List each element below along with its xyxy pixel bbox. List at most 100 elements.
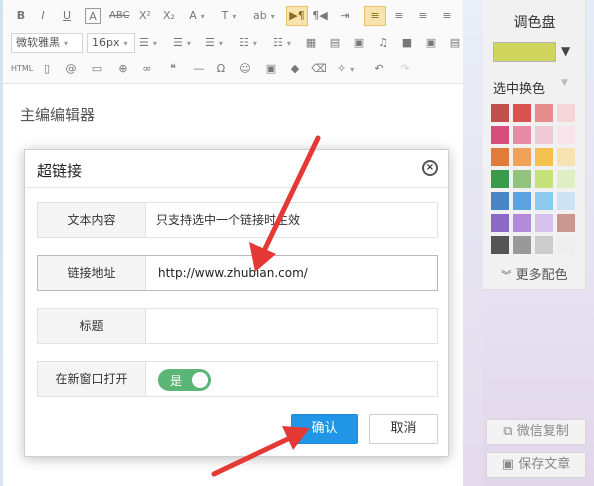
color-swatch[interactable] [535,126,553,144]
superscript-icon[interactable]: X² [137,6,153,26]
more-colors-label: 更多配色 [515,268,568,283]
font-size-select[interactable]: 16px ▾ [87,33,135,53]
color-swatch[interactable] [557,148,575,166]
insert-column-icon[interactable]: ▤ [327,33,343,53]
eraser-icon[interactable]: ◆ [287,59,303,79]
new-window-label: 在新窗口打开 [38,362,146,396]
color-swatch[interactable] [491,214,509,232]
format-brush-icon[interactable]: ab ▾ [253,6,275,26]
color-swatch[interactable] [491,170,509,188]
scroll-gutter [463,0,483,486]
color-swatch[interactable] [535,214,553,232]
subscript-icon[interactable]: X₂ [161,6,177,26]
color-swatch[interactable] [513,170,531,188]
underline-icon[interactable]: U [59,6,75,26]
color-swatch[interactable] [513,236,531,254]
save-article-button[interactable]: ▣ 保存文章 [486,452,586,478]
new-window-toggle[interactable]: 是 [158,369,211,391]
close-icon[interactable]: × [422,160,438,176]
align-center-icon[interactable]: ≡ [391,6,407,26]
color-swatch[interactable] [557,170,575,188]
cancel-button[interactable]: 取消 [369,414,438,444]
title-label: 标题 [38,309,146,343]
table-icon[interactable]: ▦ [303,33,319,53]
align-right-icon[interactable]: ≡ [415,6,431,26]
align-left-icon[interactable]: ≡ [364,6,386,26]
row-spacing-icon[interactable]: ☰ ▾ [139,33,157,53]
horizontal-rule-icon[interactable]: ▭ [89,59,105,79]
video-icon[interactable]: ■ [399,33,415,53]
bold-icon[interactable]: B [13,6,29,26]
document-icon[interactable]: ▯ [39,59,55,79]
redo-icon[interactable]: ↷ [397,59,413,79]
quote-icon[interactable]: ❝ [165,59,181,79]
color-swatch[interactable] [557,192,575,210]
italic-icon[interactable]: I [35,6,51,26]
toggle-on-label: 是 [170,374,183,388]
undo-icon[interactable]: ↶ [371,59,387,79]
color-swatch[interactable] [513,148,531,166]
attachment-icon[interactable]: ▤ [447,33,463,53]
align-justify-icon[interactable]: ≡ [439,6,455,26]
search-icon[interactable]: ⊕ [115,59,131,79]
image-icon[interactable]: ▣ [351,33,367,53]
line-height-icon[interactable]: ☰ ▾ [173,33,191,53]
link-icon[interactable]: ∞ [139,59,155,79]
color-swatch[interactable] [557,104,575,122]
indent-icon[interactable]: ⇥ [337,6,353,26]
url-input[interactable] [148,256,437,290]
frame-icon[interactable]: ▣ [263,59,279,79]
copy-wechat-button[interactable]: ⧉ 微信复制 [486,419,586,445]
url-row: 链接地址 [37,255,438,291]
editor-placeholder[interactable]: 主编编辑器 [20,104,95,125]
background-color-icon[interactable]: T ▾ [221,6,237,26]
omega-icon[interactable]: Ω [213,59,229,79]
at-icon[interactable]: @ [63,59,79,79]
color-swatch[interactable] [513,126,531,144]
color-swatch[interactable] [513,192,531,210]
emoji-icon[interactable]: ☺ [237,59,253,79]
toggle-knob [192,372,208,388]
color-swatch[interactable] [557,214,575,232]
color-swatch[interactable] [535,192,553,210]
save-icon: ▣ [501,457,515,472]
strikethrough-icon[interactable]: ABC [109,6,130,26]
color-swatch[interactable] [535,170,553,188]
color-swatch[interactable] [513,104,531,122]
color-swatch[interactable] [491,192,509,210]
color-dropdown-icon[interactable]: ▼ [561,44,570,58]
color-swatch[interactable] [535,148,553,166]
divider-icon[interactable]: — [191,59,207,79]
editor-toolbar: B I U A ABC X² X₂ A ▾ T ▾ ab ▾ ▶¶ ¶◀ ⇥ ≡ ≡ … [3,0,463,84]
music-icon[interactable]: ♫ [375,33,391,53]
html-source-icon[interactable]: HTML [11,59,33,79]
color-swatch[interactable] [491,148,509,166]
rtl-direction-icon[interactable]: ¶◀ [312,6,328,26]
color-swatch[interactable] [491,236,509,254]
color-swatch[interactable] [535,236,553,254]
more-colors-link[interactable]: ︾ 更多配色 [483,264,586,283]
color-swatch[interactable] [557,126,575,144]
media-icon[interactable]: ▣ [423,33,439,53]
current-color-swatch[interactable] [493,42,556,62]
color-swatch[interactable] [535,104,553,122]
color-swatch[interactable] [557,236,575,254]
color-swatch[interactable] [491,104,509,122]
color-swatch[interactable] [513,214,531,232]
paragraph-spacing-icon[interactable]: ☰ ▾ [205,33,223,53]
ltr-direction-icon[interactable]: ▶¶ [286,6,308,26]
ordered-list-icon[interactable]: ☷ ▾ [239,33,257,53]
confirm-button[interactable]: 确认 [291,414,358,444]
unordered-list-icon[interactable]: ☷ ▾ [273,33,291,53]
clear-format-icon[interactable]: ⌫ [311,59,327,79]
title-input[interactable] [148,309,437,343]
magic-wand-icon[interactable]: ✧ ▾ [337,59,354,79]
dialog-title: 超链接 [37,162,83,180]
font-family-select[interactable]: 微软雅黑 ▾ [11,33,83,53]
font-border-icon[interactable]: A [85,8,101,24]
color-swatch[interactable] [491,126,509,144]
font-color-icon[interactable]: A ▾ [189,6,205,26]
text-content-label: 文本内容 [38,203,146,237]
picker-label: 选中换色 [493,82,546,97]
picker-chevron-icon[interactable]: ▼ [561,78,568,88]
